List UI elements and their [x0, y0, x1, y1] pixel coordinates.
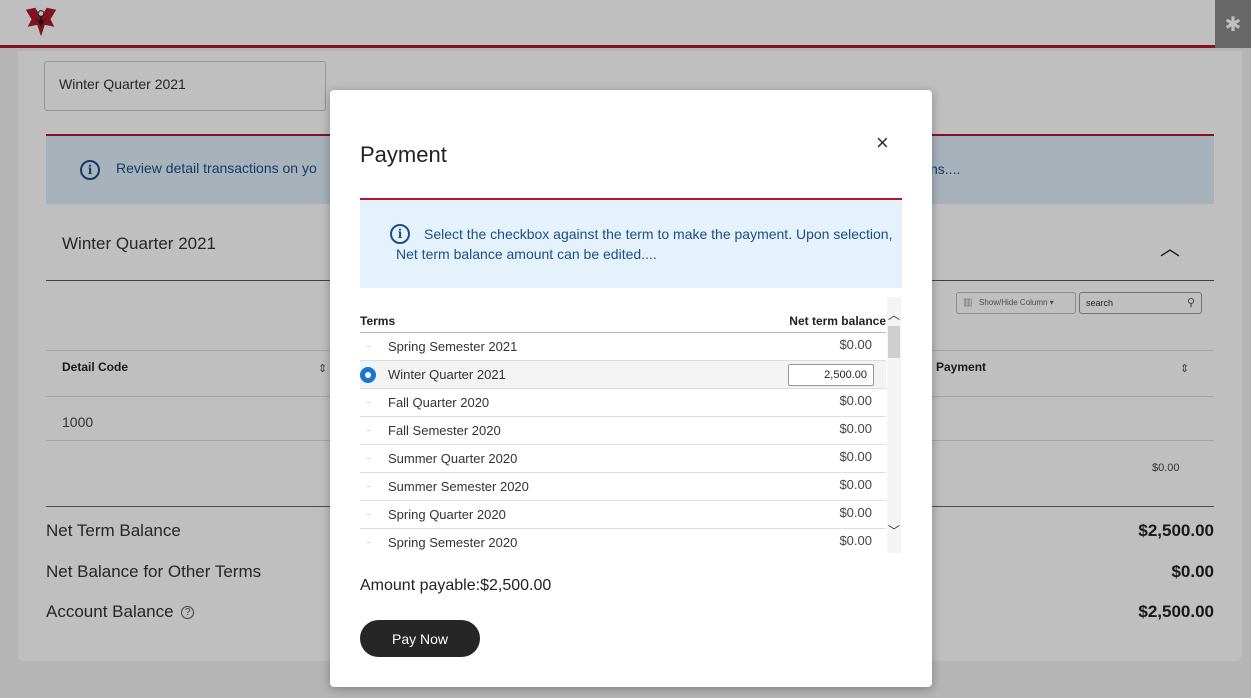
- checkbox-placeholder[interactable]: –: [366, 454, 370, 463]
- scroll-thumb[interactable]: [888, 326, 900, 358]
- term-name: Spring Quarter 2020: [388, 507, 506, 522]
- checkbox-placeholder[interactable]: –: [366, 510, 370, 519]
- close-icon[interactable]: ×: [876, 130, 889, 156]
- chevron-up-icon[interactable]: ︿: [887, 306, 901, 323]
- term-name: Spring Semester 2020: [388, 535, 518, 550]
- modal-info-text: Select the checkbox against the term to …: [396, 226, 893, 262]
- checkbox-placeholder[interactable]: –: [366, 398, 370, 407]
- checkbox-placeholder[interactable]: –: [366, 538, 370, 547]
- checkbox-placeholder[interactable]: –: [366, 482, 370, 491]
- term-name: Fall Semester 2020: [388, 423, 501, 438]
- term-row[interactable]: Winter Quarter 2021: [360, 361, 886, 389]
- modal-title: Payment: [360, 142, 447, 167]
- terms-table: – Spring Semester 2021 $0.00 Winter Quar…: [360, 333, 886, 553]
- term-row[interactable]: – Spring Semester 2021 $0.00: [360, 333, 886, 361]
- term-balance: $0.00: [839, 477, 872, 492]
- term-name: Summer Quarter 2020: [388, 451, 518, 466]
- term-name: Summer Semester 2020: [388, 479, 529, 494]
- pay-now-button[interactable]: Pay Now: [360, 620, 480, 657]
- term-row[interactable]: – Summer Quarter 2020 $0.00: [360, 445, 886, 473]
- checkbox-placeholder[interactable]: –: [366, 342, 370, 351]
- term-radio-selected[interactable]: [360, 367, 376, 383]
- modal-info-banner: i Select the checkbox against the term t…: [360, 200, 902, 288]
- term-row[interactable]: – Fall Semester 2020 $0.00: [360, 417, 886, 445]
- term-row[interactable]: – Spring Quarter 2020 $0.00: [360, 501, 886, 529]
- column-header-net-term-balance: Net term balance: [789, 314, 886, 328]
- term-balance: $0.00: [839, 533, 872, 548]
- payment-modal: Payment × i Select the checkbox against …: [330, 90, 932, 687]
- term-balance: $0.00: [839, 505, 872, 520]
- term-row[interactable]: – Fall Quarter 2020 $0.00: [360, 389, 886, 417]
- term-row[interactable]: – Summer Semester 2020 $0.00: [360, 473, 886, 501]
- column-header-terms: Terms: [360, 314, 396, 328]
- net-term-balance-input[interactable]: [788, 364, 874, 386]
- checkbox-placeholder[interactable]: –: [366, 426, 370, 435]
- amount-payable: Amount payable:$2,500.00: [360, 577, 552, 594]
- term-name: Winter Quarter 2021: [388, 367, 506, 382]
- term-balance: $0.00: [839, 337, 872, 352]
- term-balance: $0.00: [839, 421, 872, 436]
- term-balance: $0.00: [839, 393, 872, 408]
- term-row[interactable]: – Spring Semester 2020 $0.00: [360, 529, 886, 553]
- chevron-down-icon[interactable]: ﹀: [887, 522, 901, 539]
- term-balance: $0.00: [839, 449, 872, 464]
- term-name: Fall Quarter 2020: [388, 395, 490, 410]
- term-name: Spring Semester 2021: [388, 339, 518, 354]
